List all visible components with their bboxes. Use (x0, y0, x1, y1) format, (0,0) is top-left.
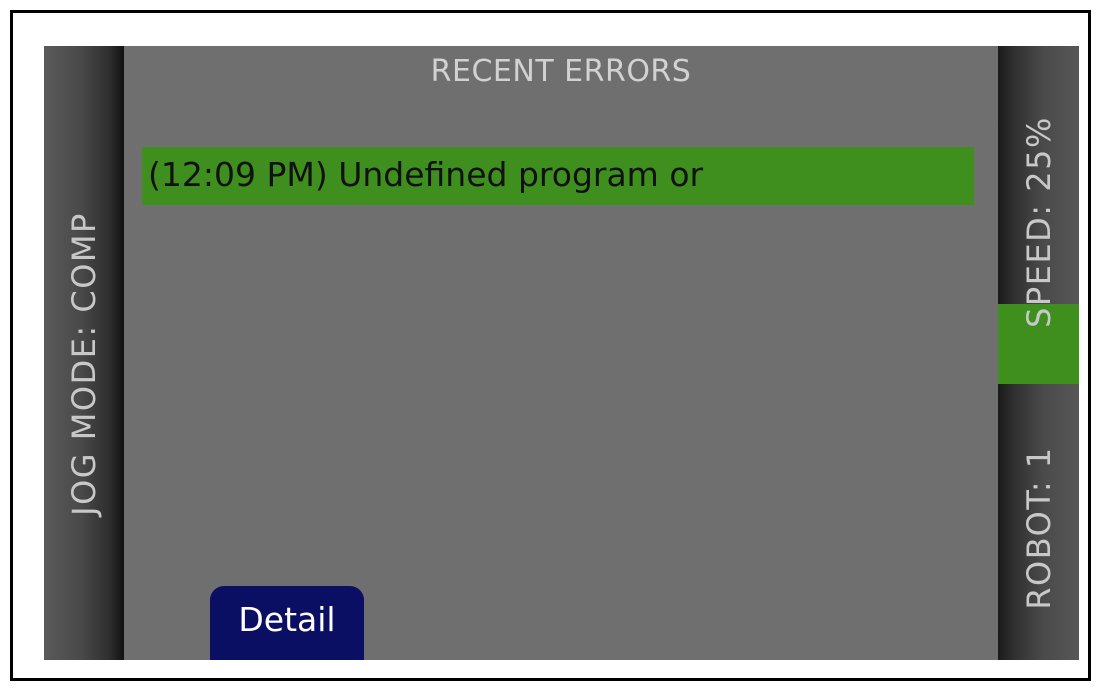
recent-errors-panel: RECENT ERRORS (12:09 PM) Undefined progr… (124, 46, 998, 660)
jog-mode-label: JOG MODE: COMP (65, 212, 103, 516)
page-title: RECENT ERRORS (430, 54, 692, 89)
detail-button[interactable]: Detail (210, 586, 364, 660)
robot-label[interactable]: ROBOT: 1 (1020, 446, 1058, 609)
speed-label: SPEED: 25% (1020, 116, 1058, 328)
error-list-item[interactable]: (12:09 PM) Undefined program or (142, 147, 974, 205)
pendant-screen: JOG MODE: COMP RECENT ERRORS (12:09 PM) … (44, 46, 1079, 660)
status-panel: SPEED: 25% ROBOT: 1 (998, 46, 1079, 660)
jog-mode-panel[interactable]: JOG MODE: COMP (44, 46, 124, 660)
speed-control[interactable]: SPEED: 25% (998, 46, 1079, 384)
